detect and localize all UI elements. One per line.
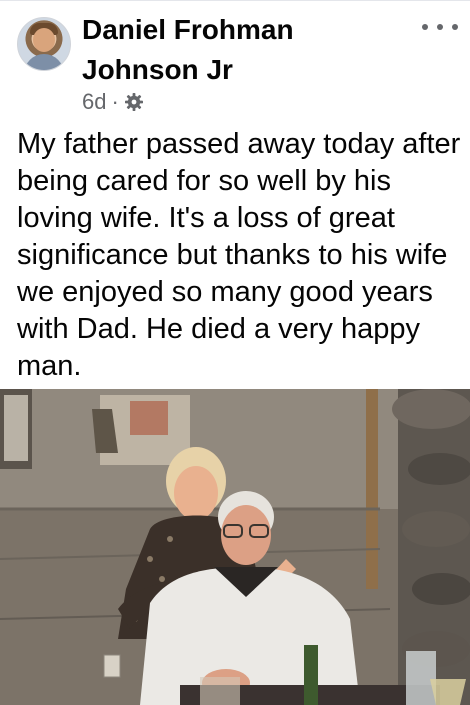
avatar[interactable]	[17, 17, 71, 71]
post-photo[interactable]	[0, 389, 470, 705]
author-name-line-2[interactable]: Johnson Jr	[82, 50, 412, 90]
more-horizontal-icon[interactable]	[422, 14, 458, 40]
post-text: My father passed away today after being …	[17, 128, 461, 382]
gear-icon[interactable]	[124, 92, 144, 112]
author-name-line-1[interactable]: Daniel Frohman	[82, 10, 412, 50]
post-time[interactable]: 6d	[82, 89, 106, 115]
meta-separator: ·	[111, 89, 119, 114]
top-divider	[0, 0, 470, 1]
author-name[interactable]: Daniel Frohman Johnson Jr	[82, 10, 412, 90]
post-meta: 6d ·	[82, 88, 144, 116]
